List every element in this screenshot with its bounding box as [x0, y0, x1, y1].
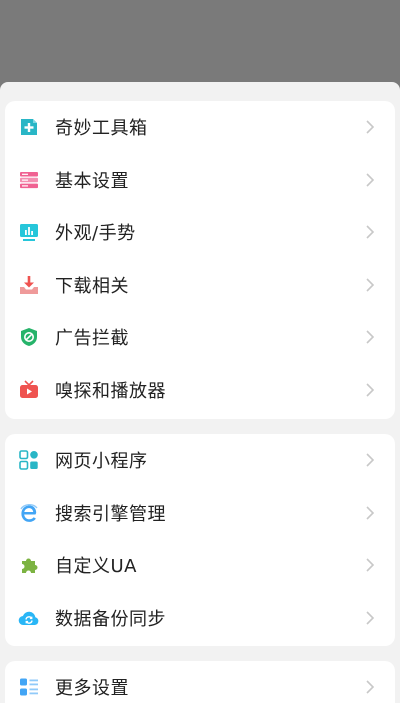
chevron-right-icon	[365, 172, 375, 188]
menu-item-label: 更多设置	[55, 678, 129, 700]
menu-item-data-backup-sync[interactable]: 数据备份同步	[5, 592, 395, 645]
settings-group-1: 奇妙工具箱 基本设置 外观/手势 下载相关 广告拦截 嗅探和播放器	[5, 101, 395, 419]
shield-block-icon	[18, 326, 40, 348]
browser-e-icon	[18, 502, 40, 524]
menu-item-more-settings[interactable]: 更多设置	[5, 661, 395, 703]
puzzle-icon	[18, 554, 40, 576]
menu-item-ad-block[interactable]: 广告拦截	[5, 311, 395, 364]
monitor-chart-icon	[18, 221, 40, 243]
chevron-right-icon	[365, 452, 375, 468]
chevron-right-icon	[365, 224, 375, 240]
menu-item-appearance-gestures[interactable]: 外观/手势	[5, 206, 395, 259]
settings-group-3: 更多设置	[5, 661, 395, 703]
tv-play-icon	[18, 379, 40, 401]
menu-item-custom-ua[interactable]: 自定义UA	[5, 539, 395, 592]
settings-list-icon	[18, 169, 40, 191]
chevron-right-icon	[365, 277, 375, 293]
chevron-right-icon	[365, 557, 375, 573]
menu-item-label: 数据备份同步	[55, 608, 166, 630]
menu-item-label: 嗅探和播放器	[55, 380, 166, 402]
settings-group-2: 网页小程序 搜索引擎管理 自定义UA 数据备份同步	[5, 434, 395, 646]
menu-item-label: 外观/手势	[55, 223, 136, 245]
chevron-right-icon	[365, 610, 375, 626]
menu-item-label: 自定义UA	[55, 556, 137, 578]
menu-item-label: 基本设置	[55, 170, 129, 192]
download-tray-icon	[18, 274, 40, 296]
menu-item-label: 搜索引擎管理	[55, 503, 166, 525]
menu-item-label: 下载相关	[55, 275, 129, 297]
grid-apps-icon	[18, 449, 40, 471]
chevron-right-icon	[365, 679, 375, 695]
settings-sheet: 奇妙工具箱 基本设置 外观/手势 下载相关 广告拦截 嗅探和播放器 网页小程序 …	[0, 82, 400, 703]
menu-item-sniffer-player[interactable]: 嗅探和播放器	[5, 364, 395, 417]
chevron-right-icon	[365, 505, 375, 521]
dimmed-overlay[interactable]	[0, 0, 400, 82]
menu-item-basic-settings[interactable]: 基本设置	[5, 154, 395, 207]
chevron-right-icon	[365, 119, 375, 135]
menu-item-label: 广告拦截	[55, 328, 129, 350]
menu-item-toolbox[interactable]: 奇妙工具箱	[5, 101, 395, 154]
chevron-right-icon	[365, 382, 375, 398]
toolbox-plus-icon	[18, 116, 40, 138]
menu-item-web-miniapps[interactable]: 网页小程序	[5, 434, 395, 487]
menu-item-downloads[interactable]: 下载相关	[5, 259, 395, 312]
menu-item-label: 奇妙工具箱	[55, 118, 148, 140]
cloud-sync-icon	[18, 607, 40, 629]
more-list-icon	[18, 676, 40, 698]
chevron-right-icon	[365, 329, 375, 345]
menu-item-search-engines[interactable]: 搜索引擎管理	[5, 487, 395, 540]
menu-item-label: 网页小程序	[55, 451, 148, 473]
